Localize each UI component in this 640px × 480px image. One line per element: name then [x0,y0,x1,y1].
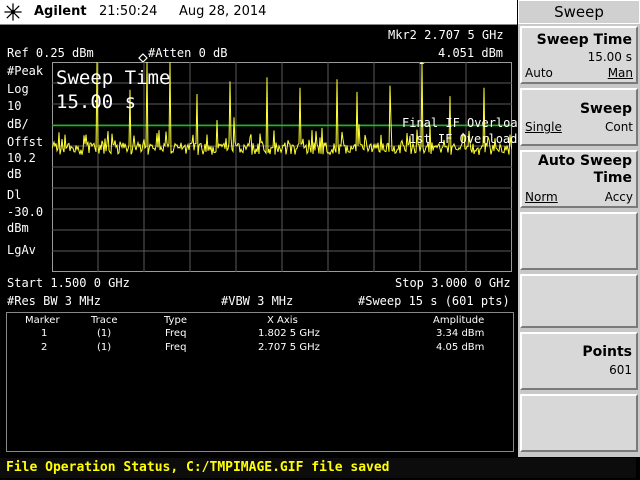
table-row-2-x-axis: 2.707 5 GHz [258,342,320,353]
stop-frequency: Stop 3.000 0 GHz [395,276,511,290]
sweep-time-softkey-label: Sweep Time [536,32,632,48]
display-line-label: Dl [7,188,22,202]
clock-time: 21:50:24 [99,4,158,19]
display-line-unit: dBm [7,221,29,235]
table-row-2-type: Freq [165,342,187,353]
sweep-time-man-option: Man [607,66,633,80]
table-row-1-trace: (1) [97,328,112,339]
softkey-blank-7[interactable] [520,394,638,452]
table-row-1-marker: 1 [41,328,48,339]
offset-value-label: 10.2 [7,151,36,165]
video-bandwidth: #VBW 3 MHz [221,294,294,308]
sweep-softkey-label: Sweep [579,101,632,117]
attenuation: #Atten 0 dB [148,46,228,60]
offset-label: Offst [7,135,44,149]
scale-unit-label: dB/ [7,117,29,131]
table-row-2-trace: (1) [97,342,112,353]
auto-sweep-time-label-line2: Time [593,170,632,186]
reference-level: Ref 0.25 dBm [7,46,94,60]
table-row-2-amplitude: 4.05 dBm [436,342,485,353]
points-softkey[interactable]: Points 601 [520,332,638,390]
softkey-blank-5[interactable] [520,274,638,328]
status-bar: File Operation Status, C:/TMPIMAGE.GIF f… [0,457,640,480]
agilent-spark-icon [4,3,22,21]
active-function-value: 15.00 s [56,91,137,113]
clock-date: Aug 28, 2014 [179,4,267,19]
table-row-1-x-axis: 1.802 5 GHz [258,328,320,339]
marker-table-header-trace: Trace [91,315,118,326]
status-message: File Operation Status, C:/TMPIMAGE.GIF f… [6,460,390,475]
display-line-value: -30.0 [7,205,44,219]
marker-table-header-type: Type [164,315,187,326]
brand-name: Agilent [34,4,87,19]
first-if-overload-warning: 1st IF Overload [409,132,518,146]
table-row-1-amplitude: 3.34 dBm [436,328,485,339]
marker-readout-amplitude: 4.051 dBm [438,46,504,60]
marker-2-label: 2 [419,62,425,67]
final-if-overload-warning: Final IF Overload [402,116,525,130]
sweep-info: #Sweep 15 s (601 pts) [358,294,510,308]
softkey-panel: Sweep Sweep Time 15.00 s Auto Man Sweep … [518,0,640,457]
points-softkey-value: 601 [609,363,632,377]
active-function-name: Sweep Time [56,67,171,89]
auto-sweep-time-label-line1: Auto Sweep [537,153,632,169]
marker-table-header-x-axis: X Axis [267,315,298,326]
sweep-time-softkey[interactable]: Sweep Time 15.00 s Auto Man [520,26,638,84]
resolution-bandwidth: #Res BW 3 MHz [7,294,101,308]
auto-sweep-accy-option: Accy [604,190,633,204]
table-row-2-marker: 2 [41,342,48,353]
sweep-single-option: Single [525,120,562,134]
averaging-label: LgAv [7,243,36,257]
sweep-time-softkey-value: 15.00 s [587,50,632,64]
softkey-blank-4[interactable] [520,212,638,270]
marker-readout-frequency: Mkr2 2.707 5 GHz [388,28,504,42]
detector-label: #Peak [7,64,44,78]
offset-unit-label: dB [7,167,22,181]
start-frequency: Start 1.500 0 GHz [7,276,130,290]
sweep-cont-option: Cont [604,120,633,134]
analyzer-screen: Agilent 21:50:24 Aug 28, 2014 Mkr2 2.707… [0,0,640,480]
table-row-1-type: Freq [165,328,187,339]
title-bar: Agilent 21:50:24 Aug 28, 2014 [0,0,517,25]
auto-sweep-time-softkey[interactable]: Auto Sweep Time Norm Accy [520,150,638,208]
scale-type-label: Log [7,82,29,96]
sweep-softkey[interactable]: Sweep Single Cont [520,88,638,146]
marker-table: Marker Trace Type X Axis Amplitude 1 (1)… [6,312,514,452]
marker-table-header-amplitude: Amplitude [433,315,485,326]
sweep-time-auto-option: Auto [525,66,553,80]
auto-sweep-norm-option: Norm [525,190,558,204]
scale-value-label: 10 [7,99,22,113]
points-softkey-label: Points [582,344,632,360]
marker-table-header-marker: Marker [25,315,60,326]
menu-title: Sweep [518,0,640,24]
